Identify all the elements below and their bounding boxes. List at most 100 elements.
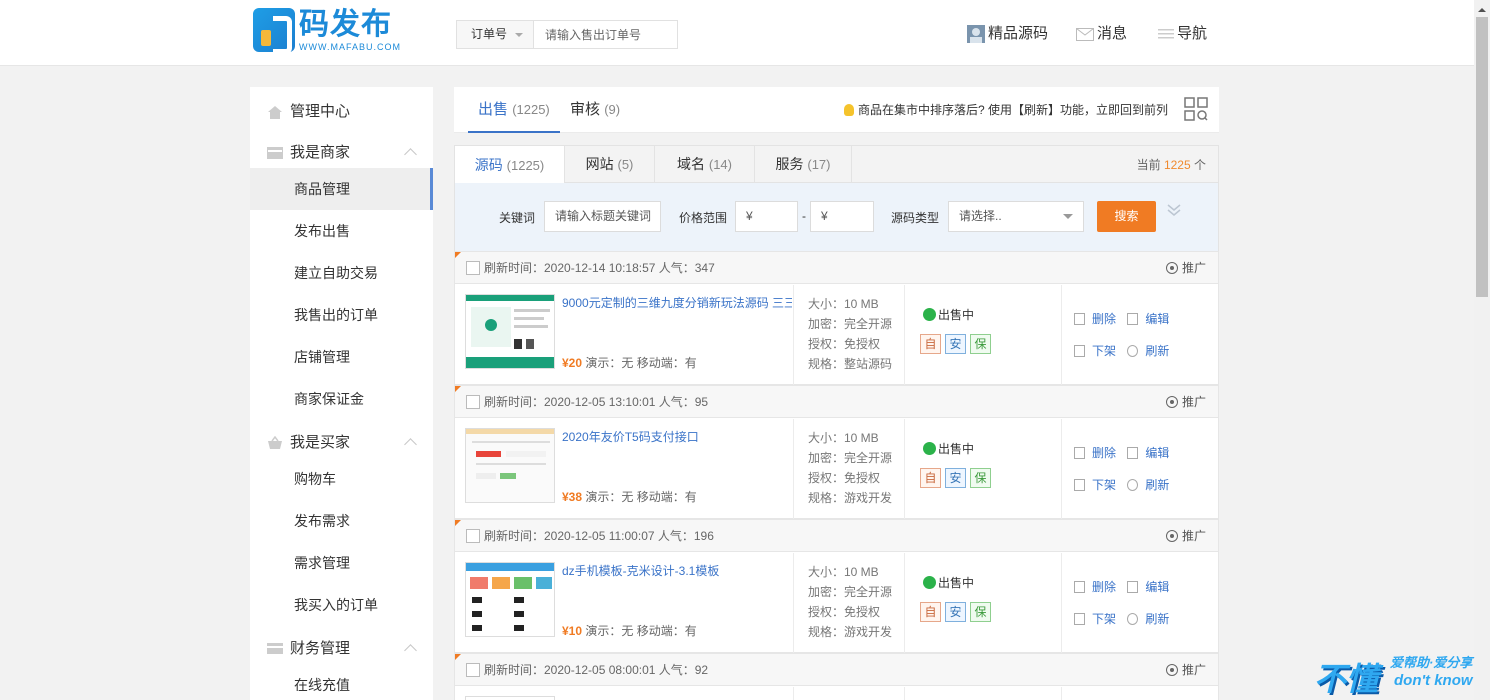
- sidebar-item-bought-orders[interactable]: 我买入的订单: [250, 584, 433, 626]
- product-title[interactable]: dz手机模板-克米设计-3.1模板: [562, 562, 792, 579]
- item-checkbox[interactable]: [466, 261, 480, 275]
- product-thumbnail[interactable]: [465, 696, 555, 700]
- tab-selling-label: 出售: [478, 101, 509, 118]
- delete-button[interactable]: 删除: [1074, 578, 1116, 595]
- promote-label: 推广: [1181, 663, 1206, 677]
- thumbnail-image: [466, 563, 554, 636]
- logo-mark-icon: [253, 8, 295, 54]
- item-checkbox[interactable]: [466, 529, 480, 543]
- promote-button[interactable]: 推广: [1165, 654, 1206, 686]
- subtab-service[interactable]: 服务 (17): [755, 145, 852, 183]
- subtab-domain[interactable]: 域名 (14): [655, 145, 755, 183]
- promote-button[interactable]: 推广: [1165, 520, 1206, 552]
- sidebar-item-recharge[interactable]: 在线充值: [250, 664, 433, 700]
- sidebar-item-shop-management[interactable]: 店铺管理: [250, 336, 433, 378]
- order-number-input[interactable]: [535, 21, 677, 48]
- divider: [793, 419, 794, 519]
- nav-premium-source[interactable]: 精品源码: [967, 22, 1048, 46]
- spec-size: 大小：10 MB: [808, 431, 879, 445]
- promote-button[interactable]: 推广: [1165, 252, 1206, 284]
- target-icon: [1165, 396, 1178, 408]
- item-checkbox[interactable]: [466, 395, 480, 409]
- source-type-select[interactable]: 请选择..: [948, 201, 1084, 232]
- avatar-icon: [967, 25, 985, 44]
- refresh-button[interactable]: 刷新: [1127, 342, 1169, 359]
- sidebar-group-buyer-label: 我是买家: [290, 434, 351, 451]
- product-title[interactable]: 9000元定制的三维九度分销新玩法源码 三三: [562, 294, 792, 311]
- unlist-label: 下架: [1092, 344, 1117, 358]
- sale-status: 出售中: [923, 574, 974, 591]
- sidebar-item-cart[interactable]: 购物车: [250, 458, 433, 500]
- caret-down-icon: [1063, 214, 1073, 224]
- watermark-top: 爱帮助·爱分享: [1390, 655, 1473, 670]
- item-actions-row1: 删除 编辑: [1074, 444, 1177, 461]
- sidebar-item-sold-orders[interactable]: 我售出的订单: [250, 294, 433, 336]
- product-thumbnail[interactable]: [465, 562, 555, 637]
- delete-button[interactable]: 删除: [1074, 444, 1116, 461]
- chevron-up-icon: [404, 438, 417, 451]
- grid-search-icon[interactable]: [1184, 97, 1208, 121]
- product-thumbnail[interactable]: [465, 294, 555, 369]
- product-thumbnail[interactable]: [465, 428, 555, 503]
- spec-type: 规格：游戏开发: [808, 491, 893, 505]
- product-specs: 大小：10 MB 加密：完全开源 授权：免授权 规格：游戏开发: [808, 428, 892, 508]
- page-scrollbar[interactable]: [1474, 0, 1490, 700]
- tab-review[interactable]: 审核 (9): [570, 87, 620, 133]
- refresh-button[interactable]: 刷新: [1127, 610, 1169, 627]
- nav-premium-label: 精品源码: [988, 25, 1049, 42]
- source-type-label: 源码类型: [891, 211, 940, 225]
- sidebar-item-publish-sale[interactable]: 发布出售: [250, 210, 433, 252]
- shop-icon: [267, 147, 283, 159]
- subtab-source[interactable]: 源码 (1225): [455, 145, 565, 184]
- spec-encryption: 加密：完全开源: [808, 451, 893, 465]
- sidebar-item-self-trade[interactable]: 建立自助交易: [250, 252, 433, 294]
- sale-status-label: 出售中: [938, 576, 975, 590]
- nav-messages[interactable]: 消息: [1076, 22, 1127, 46]
- sidebar-group-buyer[interactable]: 我是买家: [250, 423, 433, 463]
- item-header: 刷新时间：2020-12-14 10:18:57 人气：347 推广: [455, 252, 1218, 284]
- delete-button[interactable]: 删除: [1074, 310, 1116, 327]
- sidebar-item-product-management[interactable]: 商品管理: [250, 168, 433, 210]
- tab-selling[interactable]: 出售 (1225): [468, 87, 560, 133]
- double-chevron-down-icon[interactable]: [1167, 203, 1181, 217]
- divider: [1061, 419, 1062, 519]
- promote-button[interactable]: 推广: [1165, 386, 1206, 418]
- product-title[interactable]: 2020年友价T5码支付接口: [562, 428, 792, 445]
- sale-status: 出售中: [923, 440, 974, 457]
- download-icon: [1074, 613, 1085, 625]
- unlist-button[interactable]: 下架: [1074, 610, 1116, 627]
- price-min-input[interactable]: ¥: [735, 201, 798, 232]
- nav-navigation[interactable]: 导航: [1158, 22, 1207, 46]
- scroll-up-arrow-icon[interactable]: [1478, 4, 1486, 12]
- subtab-website[interactable]: 网站 (5): [565, 145, 655, 183]
- item-actions-row2: 下架 刷新: [1074, 476, 1177, 493]
- sidebar-item-demand-management[interactable]: 需求管理: [250, 542, 433, 584]
- product-item: 刷新时间：2020-12-05 11:00:07 人气：196 推广 dz手机模…: [454, 519, 1219, 653]
- item-refresh-info: 刷新时间：2020-12-05 13:10:01 人气：95: [484, 395, 709, 409]
- unlist-button[interactable]: 下架: [1074, 476, 1116, 493]
- scroll-thumb[interactable]: [1476, 17, 1488, 297]
- item-checkbox[interactable]: [466, 663, 480, 677]
- thumbnail-image: [466, 429, 554, 502]
- sidebar: 管理中心 我是商家 商品管理 发布出售 建立自助交易 我售出的订单 店铺管理 商…: [250, 87, 433, 700]
- edit-button[interactable]: 编辑: [1127, 578, 1169, 595]
- price-max-input[interactable]: ¥: [810, 201, 874, 232]
- sidebar-item-merchant-deposit[interactable]: 商家保证金: [250, 378, 433, 420]
- edit-icon: [1127, 581, 1139, 593]
- sidebar-title[interactable]: 管理中心: [250, 92, 433, 132]
- logo-text: 码发布: [299, 8, 392, 41]
- search-button[interactable]: 搜索: [1097, 201, 1156, 232]
- sidebar-item-publish-demand[interactable]: 发布需求: [250, 500, 433, 542]
- sidebar-group-finance[interactable]: 财务管理: [250, 629, 433, 669]
- download-icon: [1074, 479, 1085, 491]
- sidebar-group-merchant[interactable]: 我是商家: [250, 133, 433, 173]
- search-type-select[interactable]: 订单号: [457, 21, 534, 48]
- edit-button[interactable]: 编辑: [1127, 444, 1169, 461]
- refresh-button[interactable]: 刷新: [1127, 476, 1169, 493]
- edit-button[interactable]: 编辑: [1127, 310, 1169, 327]
- keyword-input[interactable]: 请输入标题关键词: [544, 201, 661, 232]
- filter-bar: 关键词 请输入标题关键词 价格范围 ¥ - ¥ 源码类型 请选择.. 搜索: [454, 183, 1219, 251]
- refresh-label: 刷新: [1145, 612, 1170, 626]
- site-logo[interactable]: 码发布 WWW.MAFABU.COM: [253, 8, 403, 56]
- unlist-button[interactable]: 下架: [1074, 342, 1116, 359]
